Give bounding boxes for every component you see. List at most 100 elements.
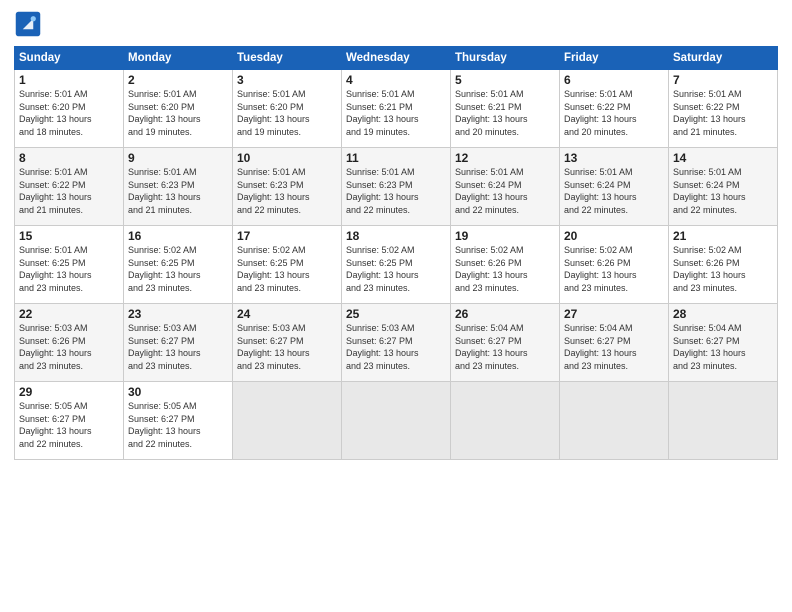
calendar-day-cell: 16 Sunrise: 5:02 AMSunset: 6:25 PMDaylig…: [124, 226, 233, 304]
empty-cell: [669, 382, 778, 460]
day-number: 1: [19, 73, 119, 87]
calendar-day-cell: 26 Sunrise: 5:04 AMSunset: 6:27 PMDaylig…: [451, 304, 560, 382]
day-number: 2: [128, 73, 228, 87]
day-number: 25: [346, 307, 446, 321]
calendar-day-cell: 13 Sunrise: 5:01 AMSunset: 6:24 PMDaylig…: [560, 148, 669, 226]
day-info: Sunrise: 5:01 AMSunset: 6:22 PMDaylight:…: [564, 89, 637, 137]
day-info: Sunrise: 5:01 AMSunset: 6:23 PMDaylight:…: [128, 167, 201, 215]
weekday-header: Friday: [560, 47, 669, 70]
day-number: 9: [128, 151, 228, 165]
day-number: 15: [19, 229, 119, 243]
day-number: 19: [455, 229, 555, 243]
calendar-day-cell: 8 Sunrise: 5:01 AMSunset: 6:22 PMDayligh…: [15, 148, 124, 226]
day-info: Sunrise: 5:01 AMSunset: 6:22 PMDaylight:…: [673, 89, 746, 137]
day-info: Sunrise: 5:02 AMSunset: 6:25 PMDaylight:…: [128, 245, 201, 293]
calendar-day-cell: 6 Sunrise: 5:01 AMSunset: 6:22 PMDayligh…: [560, 70, 669, 148]
calendar-day-cell: 17 Sunrise: 5:02 AMSunset: 6:25 PMDaylig…: [233, 226, 342, 304]
day-info: Sunrise: 5:04 AMSunset: 6:27 PMDaylight:…: [564, 323, 637, 371]
day-info: Sunrise: 5:05 AMSunset: 6:27 PMDaylight:…: [128, 401, 201, 449]
calendar-day-cell: 22 Sunrise: 5:03 AMSunset: 6:26 PMDaylig…: [15, 304, 124, 382]
day-info: Sunrise: 5:02 AMSunset: 6:26 PMDaylight:…: [564, 245, 637, 293]
day-info: Sunrise: 5:03 AMSunset: 6:26 PMDaylight:…: [19, 323, 92, 371]
calendar-header-row: SundayMondayTuesdayWednesdayThursdayFrid…: [15, 47, 778, 70]
calendar-body: 1 Sunrise: 5:01 AMSunset: 6:20 PMDayligh…: [15, 70, 778, 460]
calendar-day-cell: 20 Sunrise: 5:02 AMSunset: 6:26 PMDaylig…: [560, 226, 669, 304]
calendar-day-cell: 30 Sunrise: 5:05 AMSunset: 6:27 PMDaylig…: [124, 382, 233, 460]
day-number: 22: [19, 307, 119, 321]
day-info: Sunrise: 5:04 AMSunset: 6:27 PMDaylight:…: [455, 323, 528, 371]
day-info: Sunrise: 5:03 AMSunset: 6:27 PMDaylight:…: [237, 323, 310, 371]
day-number: 5: [455, 73, 555, 87]
day-info: Sunrise: 5:03 AMSunset: 6:27 PMDaylight:…: [128, 323, 201, 371]
calendar-day-cell: 11 Sunrise: 5:01 AMSunset: 6:23 PMDaylig…: [342, 148, 451, 226]
day-info: Sunrise: 5:02 AMSunset: 6:25 PMDaylight:…: [346, 245, 419, 293]
day-number: 12: [455, 151, 555, 165]
calendar-day-cell: 5 Sunrise: 5:01 AMSunset: 6:21 PMDayligh…: [451, 70, 560, 148]
empty-cell: [451, 382, 560, 460]
day-info: Sunrise: 5:01 AMSunset: 6:24 PMDaylight:…: [564, 167, 637, 215]
weekday-header: Tuesday: [233, 47, 342, 70]
calendar-table: SundayMondayTuesdayWednesdayThursdayFrid…: [14, 46, 778, 460]
calendar-day-cell: 4 Sunrise: 5:01 AMSunset: 6:21 PMDayligh…: [342, 70, 451, 148]
day-info: Sunrise: 5:01 AMSunset: 6:21 PMDaylight:…: [455, 89, 528, 137]
calendar-day-cell: 14 Sunrise: 5:01 AMSunset: 6:24 PMDaylig…: [669, 148, 778, 226]
weekday-header: Saturday: [669, 47, 778, 70]
logo-icon: [14, 10, 42, 38]
calendar-week-row: 15 Sunrise: 5:01 AMSunset: 6:25 PMDaylig…: [15, 226, 778, 304]
calendar-day-cell: 10 Sunrise: 5:01 AMSunset: 6:23 PMDaylig…: [233, 148, 342, 226]
calendar-day-cell: 1 Sunrise: 5:01 AMSunset: 6:20 PMDayligh…: [15, 70, 124, 148]
day-info: Sunrise: 5:01 AMSunset: 6:24 PMDaylight:…: [455, 167, 528, 215]
day-number: 27: [564, 307, 664, 321]
day-number: 7: [673, 73, 773, 87]
day-number: 4: [346, 73, 446, 87]
calendar-day-cell: 2 Sunrise: 5:01 AMSunset: 6:20 PMDayligh…: [124, 70, 233, 148]
calendar-day-cell: 24 Sunrise: 5:03 AMSunset: 6:27 PMDaylig…: [233, 304, 342, 382]
day-info: Sunrise: 5:01 AMSunset: 6:23 PMDaylight:…: [346, 167, 419, 215]
calendar-day-cell: 15 Sunrise: 5:01 AMSunset: 6:25 PMDaylig…: [15, 226, 124, 304]
empty-cell: [560, 382, 669, 460]
day-number: 20: [564, 229, 664, 243]
day-number: 11: [346, 151, 446, 165]
weekday-header: Sunday: [15, 47, 124, 70]
day-info: Sunrise: 5:01 AMSunset: 6:20 PMDaylight:…: [237, 89, 310, 137]
day-info: Sunrise: 5:02 AMSunset: 6:25 PMDaylight:…: [237, 245, 310, 293]
day-info: Sunrise: 5:01 AMSunset: 6:24 PMDaylight:…: [673, 167, 746, 215]
day-info: Sunrise: 5:04 AMSunset: 6:27 PMDaylight:…: [673, 323, 746, 371]
calendar-day-cell: 21 Sunrise: 5:02 AMSunset: 6:26 PMDaylig…: [669, 226, 778, 304]
calendar-day-cell: 12 Sunrise: 5:01 AMSunset: 6:24 PMDaylig…: [451, 148, 560, 226]
weekday-header: Thursday: [451, 47, 560, 70]
header: [14, 10, 778, 38]
day-number: 6: [564, 73, 664, 87]
day-number: 21: [673, 229, 773, 243]
calendar-page: SundayMondayTuesdayWednesdayThursdayFrid…: [0, 0, 792, 612]
calendar-day-cell: 29 Sunrise: 5:05 AMSunset: 6:27 PMDaylig…: [15, 382, 124, 460]
calendar-day-cell: 7 Sunrise: 5:01 AMSunset: 6:22 PMDayligh…: [669, 70, 778, 148]
calendar-day-cell: 3 Sunrise: 5:01 AMSunset: 6:20 PMDayligh…: [233, 70, 342, 148]
calendar-week-row: 1 Sunrise: 5:01 AMSunset: 6:20 PMDayligh…: [15, 70, 778, 148]
calendar-week-row: 8 Sunrise: 5:01 AMSunset: 6:22 PMDayligh…: [15, 148, 778, 226]
day-number: 13: [564, 151, 664, 165]
day-info: Sunrise: 5:02 AMSunset: 6:26 PMDaylight:…: [673, 245, 746, 293]
day-number: 18: [346, 229, 446, 243]
day-number: 3: [237, 73, 337, 87]
day-info: Sunrise: 5:01 AMSunset: 6:25 PMDaylight:…: [19, 245, 92, 293]
calendar-week-row: 22 Sunrise: 5:03 AMSunset: 6:26 PMDaylig…: [15, 304, 778, 382]
day-number: 29: [19, 385, 119, 399]
empty-cell: [233, 382, 342, 460]
day-info: Sunrise: 5:01 AMSunset: 6:21 PMDaylight:…: [346, 89, 419, 137]
day-number: 8: [19, 151, 119, 165]
day-number: 26: [455, 307, 555, 321]
day-number: 24: [237, 307, 337, 321]
calendar-week-row: 29 Sunrise: 5:05 AMSunset: 6:27 PMDaylig…: [15, 382, 778, 460]
day-number: 28: [673, 307, 773, 321]
calendar-day-cell: 27 Sunrise: 5:04 AMSunset: 6:27 PMDaylig…: [560, 304, 669, 382]
empty-cell: [342, 382, 451, 460]
calendar-day-cell: 18 Sunrise: 5:02 AMSunset: 6:25 PMDaylig…: [342, 226, 451, 304]
day-info: Sunrise: 5:03 AMSunset: 6:27 PMDaylight:…: [346, 323, 419, 371]
day-info: Sunrise: 5:01 AMSunset: 6:20 PMDaylight:…: [128, 89, 201, 137]
weekday-header: Monday: [124, 47, 233, 70]
day-number: 23: [128, 307, 228, 321]
day-info: Sunrise: 5:02 AMSunset: 6:26 PMDaylight:…: [455, 245, 528, 293]
logo: [14, 10, 46, 38]
calendar-day-cell: 23 Sunrise: 5:03 AMSunset: 6:27 PMDaylig…: [124, 304, 233, 382]
